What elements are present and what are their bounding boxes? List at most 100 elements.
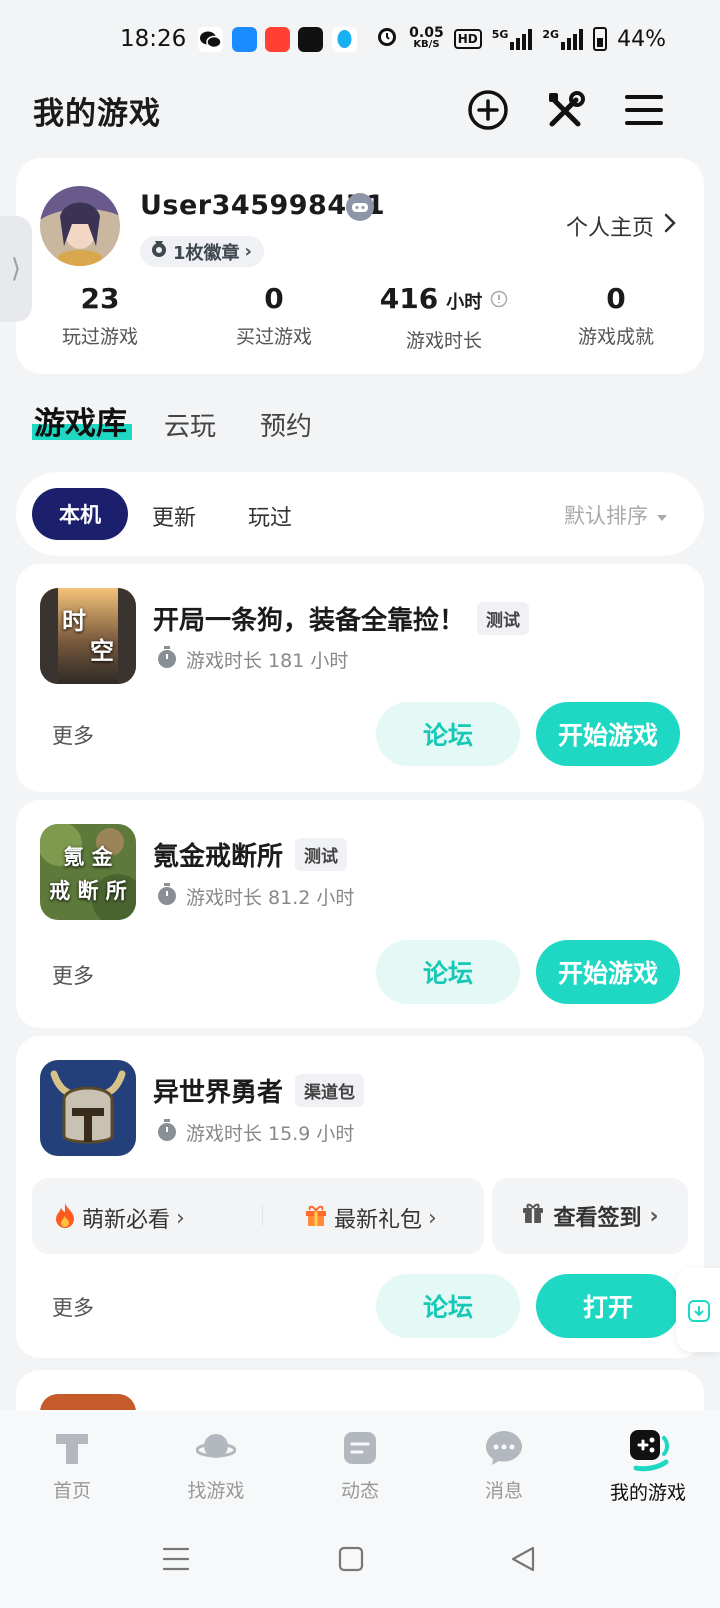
planet-icon [195, 1428, 237, 1468]
medal-icon [150, 240, 168, 263]
open-game-button[interactable]: 打开 [536, 1274, 680, 1338]
game-title[interactable]: 开局一条狗，装备全靠捡！ 测试 [153, 600, 530, 637]
net-speed: 0.05 KB/S [409, 25, 444, 50]
stopwatch-icon [156, 645, 178, 674]
tab-game-library[interactable]: 游戏库 [34, 398, 127, 443]
game-name: 氪金戒断所 [153, 842, 284, 872]
game-icon-text: 空 [90, 637, 114, 665]
sort-dropdown[interactable]: 默认排序 [564, 500, 668, 530]
stopwatch-icon [156, 1118, 178, 1147]
game-icon[interactable] [40, 1060, 136, 1156]
game-title[interactable]: 氪金戒断所 测试 [153, 836, 348, 873]
more-button[interactable]: 更多 [52, 1292, 94, 1322]
playtime-text: 游戏时长 15.9 小时 [186, 1123, 355, 1145]
nav-label: 找游戏 [187, 1480, 245, 1502]
game-icon-text: 氪 金 [63, 845, 113, 869]
download-float-button[interactable] [676, 1268, 720, 1352]
stat-played-games[interactable]: 23 玩过游戏 [14, 282, 186, 349]
nav-label: 我的游戏 [609, 1482, 686, 1504]
add-circle-icon[interactable] [466, 88, 510, 132]
game-playtime: 游戏时长 181 小时 [156, 645, 348, 674]
gift-icon [521, 1201, 545, 1231]
filter-chip-played[interactable]: 玩过 [248, 500, 292, 532]
forum-button[interactable]: 论坛 [376, 1274, 520, 1338]
stat-value: 416 [379, 282, 439, 315]
game-tag: 测试 [295, 838, 348, 871]
stat-label: 买过游戏 [235, 326, 312, 348]
page-title: 我的游戏 [33, 96, 161, 132]
game-name: 异世界勇者 [153, 1078, 284, 1108]
back-icon[interactable] [510, 1545, 536, 1577]
quick-link-label: 萌新必看 [82, 1208, 171, 1233]
download-icon [688, 1298, 710, 1326]
more-button[interactable]: 更多 [52, 720, 94, 750]
nav-feed[interactable]: 动态 [288, 1428, 432, 1503]
newbie-guide-link[interactable]: 萌新必看 › [54, 1202, 185, 1234]
forum-button[interactable]: 论坛 [376, 702, 520, 766]
chevron-right-icon: › [428, 1205, 437, 1231]
signal-5g-icon: 5G [492, 28, 533, 50]
status-time: 18:26 [120, 26, 187, 52]
stat-unit: 小时 [446, 292, 483, 313]
sign-in-label: 查看签到 [553, 1206, 642, 1231]
game-playtime: 游戏时长 15.9 小时 [156, 1118, 354, 1147]
nav-my-games[interactable]: 我的游戏 [576, 1428, 720, 1505]
quick-link-label: 最新礼包 [334, 1208, 423, 1233]
battery-icon [593, 27, 608, 51]
nav-find-games[interactable]: 找游戏 [144, 1428, 288, 1503]
chevron-right-icon: › [244, 241, 252, 262]
game-icon-text: 时 [62, 607, 86, 635]
feed-icon [340, 1428, 380, 1468]
chevron-right-icon [664, 213, 676, 239]
game-playtime: 游戏时长 81.2 小时 [156, 882, 354, 911]
game-icon[interactable]: 氪 金 戒 断 所 [40, 824, 136, 920]
avatar[interactable] [40, 186, 120, 266]
medal-count: 1枚徽章 [173, 242, 240, 264]
tools-icon[interactable] [544, 88, 588, 132]
gamepad-icon [622, 1428, 674, 1472]
playtime-text: 游戏时长 81.2 小时 [186, 887, 355, 909]
menu-icon[interactable] [622, 88, 666, 132]
home-icon [52, 1428, 92, 1468]
video-app-icon [265, 27, 290, 52]
divider [262, 1204, 263, 1226]
nav-label: 消息 [484, 1480, 523, 1502]
nav-label: 首页 [52, 1480, 91, 1502]
profile-homepage-link[interactable]: 个人主页 [566, 210, 676, 242]
tab-cloud-play[interactable]: 云玩 [164, 406, 216, 443]
status-indicators: 0.05 KB/S HD 5G 2G 44% [375, 24, 666, 54]
nav-home[interactable]: 首页 [0, 1428, 144, 1503]
nav-messages[interactable]: 消息 [432, 1428, 576, 1503]
game-icon-text: 戒 断 所 [49, 879, 127, 903]
filter-chip-local[interactable]: 本机 [32, 488, 128, 540]
latest-gift-link[interactable]: 最新礼包 › [304, 1202, 437, 1234]
battery-level: 44% [617, 26, 666, 52]
game-title[interactable]: 异世界勇者 渠道包 [153, 1072, 365, 1109]
start-game-button[interactable]: 开始游戏 [536, 940, 680, 1004]
tab-reservation[interactable]: 预约 [260, 406, 312, 443]
stat-achievements[interactable]: 0 游戏成就 [530, 282, 702, 349]
profile-homepage-label: 个人主页 [565, 216, 654, 241]
stat-label: 游戏成就 [577, 326, 654, 348]
stat-bought-games[interactable]: 0 买过游戏 [188, 282, 360, 349]
gift-icon [304, 1203, 328, 1233]
hd-icon: HD [453, 29, 482, 49]
game-name: 开局一条狗，装备全靠捡！ [153, 606, 466, 636]
home-button-icon[interactable] [338, 1546, 364, 1576]
alarm-icon [375, 24, 399, 54]
filter-chip-updates[interactable]: 更新 [152, 500, 196, 532]
chevron-right-icon: › [649, 1203, 659, 1229]
fire-icon [54, 1202, 76, 1234]
gamer-badge-icon[interactable] [346, 193, 374, 221]
stat-play-time[interactable]: 416 小时 游戏时长 [358, 282, 530, 353]
medal-badge[interactable]: 1枚徽章 › [140, 236, 264, 267]
start-game-button[interactable]: 开始游戏 [536, 702, 680, 766]
recent-apps-icon[interactable] [162, 1546, 190, 1576]
stat-value: 0 [606, 282, 626, 315]
sign-in-button[interactable]: 查看签到 › [492, 1178, 688, 1254]
info-icon[interactable] [490, 282, 508, 316]
forum-button[interactable]: 论坛 [376, 940, 520, 1004]
game-icon[interactable]: 时 空 [40, 588, 136, 684]
playtime-text: 游戏时长 181 小时 [186, 650, 349, 672]
more-button[interactable]: 更多 [52, 960, 94, 990]
